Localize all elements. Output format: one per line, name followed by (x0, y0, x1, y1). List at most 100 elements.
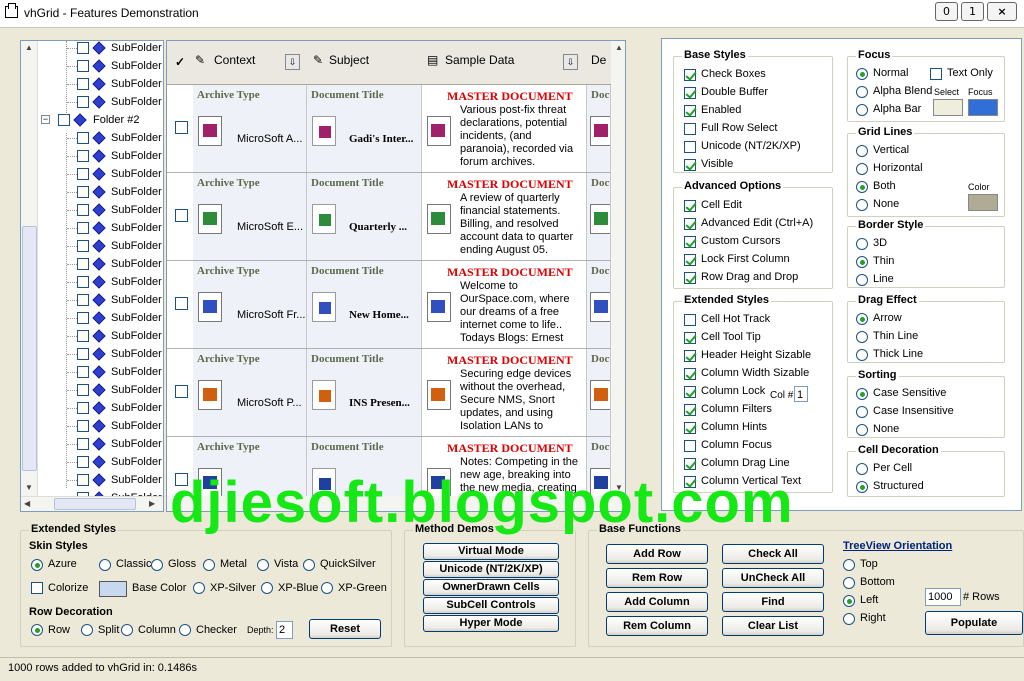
tree-node-subfolder[interactable]: SubFolder (21, 165, 162, 183)
column-filters-checkbox[interactable] (684, 404, 696, 416)
tree-node-checkbox[interactable] (77, 366, 89, 378)
subcell-controls-button[interactable]: SubCell Controls (423, 597, 559, 614)
tree-hscroll-thumb[interactable] (54, 498, 136, 510)
focus-normal-radio[interactable] (856, 68, 868, 80)
header-height-sizable-checkbox[interactable] (684, 350, 696, 362)
check-boxes-checkbox[interactable] (684, 69, 696, 81)
skin-metal-radio[interactable] (203, 559, 215, 571)
title-cell[interactable]: Document Title Gadi's Inter... (307, 85, 422, 172)
text-only-checkbox[interactable] (930, 68, 942, 80)
tree-node-checkbox[interactable] (77, 474, 89, 486)
document-cell[interactable]: Docum (587, 349, 611, 436)
tree-node-subfolder[interactable]: SubFolder (21, 57, 162, 75)
custom-cursors-checkbox[interactable] (684, 236, 696, 248)
sample-data-cell[interactable]: MASTER DOCUMENT Welcome to OurSpace.com, … (422, 261, 587, 348)
skin-classic-radio[interactable] (99, 559, 111, 571)
left-radio[interactable] (843, 595, 855, 607)
tree-node-subfolder[interactable]: SubFolder (21, 273, 162, 291)
sort-icon[interactable]: ⇩ (563, 54, 578, 70)
focus-alpha-blend-radio[interactable] (856, 86, 868, 98)
tree-node-checkbox[interactable] (77, 150, 89, 162)
per-cell-radio[interactable] (856, 463, 868, 475)
tree-node-subfolder[interactable]: SubFolder (21, 201, 162, 219)
skin-gloss-radio[interactable] (151, 559, 163, 571)
tree-node-checkbox[interactable] (77, 402, 89, 414)
enabled-checkbox[interactable] (684, 105, 696, 117)
cell-edit-checkbox[interactable] (684, 200, 696, 212)
row-checkbox[interactable] (175, 121, 188, 134)
focus-alpha-bar-radio[interactable] (856, 104, 868, 116)
visible-checkbox[interactable] (684, 159, 696, 171)
sample-data-cell[interactable]: MASTER DOCUMENT Various post-fix threat d… (422, 85, 587, 172)
full-row-select-checkbox[interactable] (684, 123, 696, 135)
tree-node-checkbox[interactable] (77, 60, 89, 72)
title-cell[interactable]: Document Title INS Presen... (307, 349, 422, 436)
clear-list-button[interactable]: Clear List (722, 616, 824, 636)
skin-vista-radio[interactable] (257, 559, 269, 571)
sort-icon[interactable]: ⇩ (285, 54, 300, 70)
tree-node-subfolder[interactable]: SubFolder (21, 471, 162, 489)
tree-node-checkbox[interactable] (77, 168, 89, 180)
case-sensitive-radio[interactable] (856, 388, 868, 400)
tree-node-subfolder[interactable]: SubFolder (21, 309, 162, 327)
grid-vertical-scrollbar[interactable]: ▲ ▼ (611, 41, 625, 496)
row-checkbox[interactable] (175, 297, 188, 310)
tree-node-checkbox[interactable] (77, 96, 89, 108)
thin-line-radio[interactable] (856, 331, 868, 343)
skin-quicksilver-radio[interactable] (303, 559, 315, 571)
base-color-swatch[interactable] (99, 581, 127, 597)
tree-node-subfolder[interactable]: SubFolder (21, 399, 162, 417)
tree-node-checkbox[interactable] (77, 258, 89, 270)
grid-color-swatch[interactable] (968, 194, 998, 211)
document-cell[interactable]: Docum (587, 173, 611, 260)
thin-radio[interactable] (856, 256, 868, 268)
add-column-button[interactable]: Add Column (606, 592, 708, 612)
tree-node-subfolder[interactable]: SubFolder (21, 129, 162, 147)
column-header-sample-data[interactable]: Sample Data (445, 53, 514, 67)
double-buffer-checkbox[interactable] (684, 87, 696, 99)
tree-node-checkbox[interactable] (77, 204, 89, 216)
col-number-input[interactable]: 1 (794, 386, 808, 402)
row-checkbox[interactable] (175, 209, 188, 222)
unicode-nt-2k-xp-button[interactable]: Unicode (NT/2K/XP) (423, 561, 559, 578)
tree-node-subfolder[interactable]: SubFolder (21, 75, 162, 93)
find-button[interactable]: Find (722, 592, 824, 612)
collapse-icon[interactable]: − (41, 115, 50, 124)
arrow-radio[interactable] (856, 313, 868, 325)
table-row[interactable]: Archive Type MicroSoft Fr... Document Titl… (167, 261, 625, 349)
document-cell[interactable]: Docum (587, 85, 611, 172)
archive-cell[interactable]: Archive Type MicroSoft Fr... (193, 261, 307, 348)
tree-node-checkbox[interactable] (77, 330, 89, 342)
table-row[interactable]: Archive Type MicroSoft E... Document Title… (167, 173, 625, 261)
ownerdrawn-cells-button[interactable]: OwnerDrawn Cells (423, 579, 559, 596)
uncheck-all-button[interactable]: UnCheck All (722, 568, 824, 588)
tree-node-folder2[interactable]: − Folder #2 (21, 111, 157, 129)
rows-input[interactable]: 1000 (925, 588, 961, 606)
tree-node-subfolder[interactable]: SubFolder (21, 417, 162, 435)
column-drag-line-checkbox[interactable] (684, 458, 696, 470)
colorize-checkbox[interactable] (31, 582, 43, 594)
right-radio[interactable] (843, 613, 855, 625)
tree-node-subfolder[interactable]: SubFolder (21, 327, 162, 345)
tree-node-checkbox[interactable] (77, 42, 89, 54)
check-all-button[interactable]: Check All (722, 544, 824, 564)
depth-input[interactable]: 2 (276, 621, 293, 639)
cell-hot-track-checkbox[interactable] (684, 314, 696, 326)
add-row-button[interactable]: Add Row (606, 544, 708, 564)
tree-view[interactable]: ▲ ▼ SubFolder SubFolder SubFolder SubFolder… (20, 40, 164, 512)
bottom-radio[interactable] (843, 577, 855, 589)
unicode-nt-2k-xp-checkbox[interactable] (684, 141, 696, 153)
xp-blue-radio[interactable] (261, 582, 273, 594)
archive-cell[interactable]: Archive Type MicroSoft P... (193, 349, 307, 436)
vhgrid[interactable]: ✓ ✎ Context ⇩ ✎ Subject ▤ Sample Data ⇩ … (166, 40, 626, 512)
reset-button[interactable]: Reset (309, 619, 381, 639)
tree-node-subfolder[interactable]: SubFolder (21, 93, 162, 111)
document-cell[interactable]: Docum (587, 261, 611, 348)
title-cell[interactable]: Document Title Quarterly ... (307, 173, 422, 260)
column-focus-checkbox[interactable] (684, 440, 696, 452)
row-deco-checker-radio[interactable] (179, 624, 191, 636)
tree-node-checkbox[interactable] (77, 240, 89, 252)
rem-column-button[interactable]: Rem Column (606, 616, 708, 636)
table-row[interactable]: Archive Type MicroSoft A... Document Title… (167, 85, 625, 173)
sample-data-cell[interactable]: MASTER DOCUMENT A review of quarterly fin… (422, 173, 587, 260)
